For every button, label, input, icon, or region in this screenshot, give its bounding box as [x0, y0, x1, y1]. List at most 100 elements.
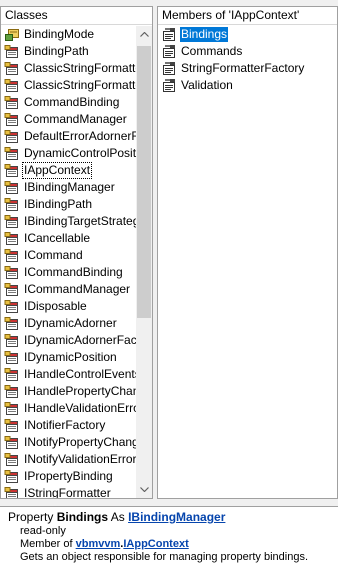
class-item-label: IDynamicAdorner [24, 316, 117, 330]
class-item-ihandlecontrolevents[interactable]: IHandleControlEvents [1, 366, 136, 383]
class-icon [4, 384, 18, 398]
class-item-label: IStringFormatter [24, 486, 111, 498]
class-item-icommandbinding[interactable]: ICommandBinding [1, 264, 136, 281]
class-icon [4, 197, 18, 211]
details-kind: Property [8, 510, 54, 524]
class-icon [4, 44, 18, 58]
class-icon [4, 282, 18, 296]
property-icon [163, 44, 175, 58]
class-item-ibindingtargetstrategy[interactable]: IBindingTargetStrategy [1, 213, 136, 230]
property-icon [163, 27, 175, 41]
class-item-label: IAppContext [21, 162, 93, 179]
class-item-ihandlevalidationerrors[interactable]: IHandleValidationErrors [1, 400, 136, 417]
member-item-commands[interactable]: Commands [158, 43, 337, 60]
class-item-classicstringformatter[interactable]: ClassicStringFormatter [1, 60, 136, 77]
details-description: Gets an object responsible for managing … [20, 551, 309, 563]
class-icon [4, 214, 18, 228]
class-item-idynamicadornerfactory[interactable]: IDynamicAdornerFactory [1, 332, 136, 349]
class-item-inotifypropertychanged[interactable]: INotifyPropertyChanged [1, 434, 136, 451]
class-item-ihandlepropertychanged[interactable]: IHandlePropertyChanged [1, 383, 136, 400]
class-icon [4, 367, 18, 381]
details-as: As [110, 510, 125, 524]
details-signature: Property Bindings As IBindingManager [8, 510, 330, 525]
member-item-label: Commands [181, 44, 243, 58]
class-icon [4, 78, 18, 92]
class-item-dynamiccontrolposition[interactable]: DynamicControlPosition [1, 145, 136, 162]
class-icon [4, 350, 18, 364]
class-item-inotifyvalidationerror[interactable]: INotifyValidationError [1, 451, 136, 468]
class-item-ibindingmanager[interactable]: IBindingManager [1, 179, 136, 196]
class-item-label: ICancellable [24, 231, 91, 245]
class-item-idynamicadorner[interactable]: IDynamicAdorner [1, 315, 136, 332]
class-item-istringformatter[interactable]: IStringFormatter [1, 485, 136, 498]
class-item-label: INotifyPropertyChanged [24, 435, 136, 449]
class-item-ibindingpath[interactable]: IBindingPath [1, 196, 136, 213]
class-item-bindingmode[interactable]: BindingMode [1, 26, 136, 43]
class-item-label: DefaultErrorAdornerFactory [24, 129, 136, 143]
class-item-defaulterroradornerfactory[interactable]: DefaultErrorAdornerFactory [1, 128, 136, 145]
class-icon [4, 61, 18, 75]
class-icon [4, 95, 18, 109]
details-class-link[interactable]: IAppContext [123, 538, 188, 550]
class-icon [4, 316, 18, 330]
details-member-of: Member of vbmvvm.IAppContext [8, 538, 330, 551]
class-item-label: CommandBinding [24, 95, 120, 109]
class-icon [4, 469, 18, 483]
class-item-idisposable[interactable]: IDisposable [1, 298, 136, 315]
class-icon [4, 452, 18, 466]
members-header: Members of 'IAppContext' [158, 7, 337, 25]
member-item-label: Validation [181, 78, 233, 92]
property-icon [163, 61, 175, 75]
class-item-label: IDynamicPosition [24, 350, 117, 364]
details-access: read-only [20, 525, 66, 537]
class-item-label: INotifierFactory [24, 418, 106, 432]
member-item-label: StringFormatterFactory [181, 61, 305, 75]
class-icon [4, 112, 18, 126]
member-item-bindings[interactable]: Bindings [158, 26, 337, 43]
details-member-of-label: Member of [20, 538, 73, 550]
details-panel: Property Bindings As IBindingManager rea… [0, 506, 338, 573]
class-item-label: ICommand [24, 248, 83, 262]
details-project-link[interactable]: vbmvvm [76, 538, 121, 550]
member-item-stringformatterfactory[interactable]: StringFormatterFactory [158, 60, 337, 77]
class-icon [4, 129, 18, 143]
class-item-label: INotifyValidationError [24, 452, 136, 466]
class-icon [4, 163, 18, 177]
classes-list: BindingMode BindingPath ClassicStringForma… [1, 26, 136, 498]
class-item-commandmanager[interactable]: CommandManager [1, 111, 136, 128]
class-icon [4, 435, 18, 449]
class-item-label: IHandleValidationErrors [24, 401, 136, 415]
class-icon [4, 486, 18, 498]
class-item-label: ICommandManager [24, 282, 131, 296]
class-icon [4, 265, 18, 279]
class-item-iappcontext[interactable]: IAppContext [1, 162, 136, 179]
member-item-validation[interactable]: Validation [158, 77, 337, 94]
scroll-thumb[interactable] [137, 46, 151, 318]
class-item-classicstringformatterfactory[interactable]: ClassicStringFormatterFactory [1, 77, 136, 94]
class-item-label: IBindingManager [24, 180, 115, 194]
class-item-commandbinding[interactable]: CommandBinding [1, 94, 136, 111]
class-icon [4, 418, 18, 432]
class-item-label: BindingMode [24, 27, 95, 41]
class-item-icommandmanager[interactable]: ICommandManager [1, 281, 136, 298]
class-item-label: IDynamicAdornerFactory [24, 333, 136, 347]
class-item-label: CommandManager [24, 112, 127, 126]
property-icon [163, 78, 175, 92]
details-type-link[interactable]: IBindingManager [128, 510, 225, 524]
class-icon [4, 146, 18, 160]
class-icon [4, 333, 18, 347]
class-item-icommand[interactable]: ICommand [1, 247, 136, 264]
class-item-label: ClassicStringFormatterFactory [24, 78, 136, 92]
scroll-down-arrow-icon[interactable] [136, 481, 152, 498]
members-list: Bindings Commands StringFormatterFactory Va… [158, 26, 337, 498]
classes-pane: Classes BindingMode BindingPath ClassicStr… [0, 6, 153, 499]
class-item-bindingpath[interactable]: BindingPath [1, 43, 136, 60]
class-item-label: IBindingTargetStrategy [24, 214, 136, 228]
class-item-label: IPropertyBinding [24, 469, 113, 483]
class-item-ipropertybinding[interactable]: IPropertyBinding [1, 468, 136, 485]
class-item-idynamicposition[interactable]: IDynamicPosition [1, 349, 136, 366]
class-item-icancellable[interactable]: ICancellable [1, 230, 136, 247]
scroll-up-arrow-icon[interactable] [136, 26, 152, 43]
classes-scrollbar[interactable] [136, 26, 152, 498]
class-item-inotifierfactory[interactable]: INotifierFactory [1, 417, 136, 434]
